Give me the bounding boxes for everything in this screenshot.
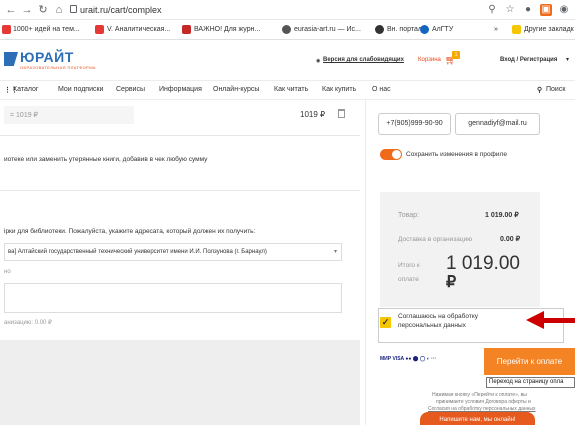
- bookmark-icon: [420, 25, 429, 34]
- pay-button[interactable]: Перейти к оплате: [484, 348, 575, 375]
- email-field[interactable]: gennadiyf@mail.ru: [455, 113, 540, 135]
- bookmark-item[interactable]: Вн. портал: [387, 24, 422, 36]
- bookmark-item[interactable]: АлГТУ: [432, 24, 453, 36]
- consent-label-2: персональных данных: [398, 322, 466, 329]
- consent-label: Соглашаюсь на обработку: [398, 313, 479, 320]
- order-summary: [380, 192, 540, 307]
- payment-logos: МИР VISA ●● ⬤ ◯ ◐ ···: [380, 356, 437, 362]
- offer-note-2: принимаете условия Договора оферты и: [436, 399, 531, 405]
- recipient-note: ірки для библиотеки. Пожалуйста, укажите…: [4, 228, 256, 235]
- organization-select[interactable]: ва] Алтайский государственный технически…: [4, 243, 342, 261]
- search-icon[interactable]: ⚲: [537, 86, 542, 94]
- bookmark-icon: [282, 25, 291, 34]
- phone-field[interactable]: +7(905)999-90-90: [378, 113, 451, 135]
- chevron-down-icon: ▾: [566, 57, 570, 63]
- chevron-down-icon: ▾: [334, 249, 338, 255]
- search-icon[interactable]: ⚲: [486, 4, 498, 16]
- field-label: но: [4, 269, 11, 275]
- divider: [0, 190, 360, 191]
- goods-label: Товар:: [398, 212, 419, 219]
- back-icon[interactable]: ←: [4, 3, 18, 17]
- total-value: 1 019.00: [446, 253, 520, 274]
- home-icon[interactable]: ⌂: [52, 3, 66, 17]
- bookmark-item[interactable]: V. Аналитическая...: [107, 24, 170, 36]
- library-note: иотеке или заменить утерянные книги, доб…: [4, 156, 208, 163]
- menu-item-about[interactable]: О нас: [372, 86, 391, 93]
- chat-widget[interactable]: Напишите нам, мы онлайн!: [420, 412, 535, 425]
- save-profile-label: Сохранить изменения в профиле: [406, 151, 507, 158]
- bookmark-icon: [182, 25, 191, 34]
- lock-icon: [70, 5, 77, 13]
- total-currency: ₽: [446, 274, 457, 291]
- extension-icon[interactable]: ●: [522, 4, 534, 16]
- save-profile-toggle[interactable]: [380, 149, 402, 160]
- login-link[interactable]: Вход / Регистрация: [500, 57, 557, 63]
- price-small: = 1019 ₽: [10, 112, 39, 119]
- bookmark-item[interactable]: 1000+ идей на тем...: [13, 24, 80, 36]
- bookmark-icon: [375, 25, 384, 34]
- extension-orange-icon[interactable]: ▣: [540, 4, 552, 16]
- menu-item-courses[interactable]: Онлайн-курсы: [213, 86, 259, 93]
- menu-item-how-to-buy[interactable]: Как купить: [322, 86, 356, 93]
- column-divider: [365, 100, 366, 425]
- total-label: Итого к: [398, 262, 420, 269]
- accessible-version-link[interactable]: Версия для слабовидящих: [323, 57, 404, 63]
- menu-item-information[interactable]: Информация: [159, 86, 202, 93]
- bookmark-icon: [2, 25, 11, 34]
- eye-icon: ◉: [316, 58, 321, 64]
- menu-item-subscriptions[interactable]: Мои подписки: [58, 86, 103, 93]
- reload-icon[interactable]: ↻: [36, 3, 50, 17]
- cart-count-badge: 1: [452, 51, 460, 59]
- comment-textarea[interactable]: [4, 283, 342, 313]
- profile-icon[interactable]: ◉: [558, 4, 570, 16]
- delivery-value: 0.00 ₽: [500, 236, 521, 243]
- divider: [0, 135, 360, 136]
- logo[interactable]: ЮРАЙТ: [20, 49, 74, 65]
- delivery-to-org: анизацию: 0.00 ₽: [4, 320, 52, 326]
- url-text[interactable]: urait.ru/cart/complex: [80, 3, 162, 17]
- total-label-2: оплате: [398, 276, 419, 283]
- organization-value: ва] Алтайский государственный технически…: [8, 249, 267, 255]
- search-link[interactable]: Поиск: [546, 86, 565, 93]
- folder-icon: [512, 25, 521, 34]
- cart-link[interactable]: Корзина: [418, 57, 441, 63]
- menu-item-catalog[interactable]: Каталог: [13, 86, 38, 93]
- bookmarks-overflow[interactable]: »: [494, 24, 498, 36]
- gray-area: [0, 340, 360, 425]
- bookmark-icon: [95, 25, 104, 34]
- menu-item-how-to-read[interactable]: Как читать: [274, 86, 308, 93]
- consent-checkbox[interactable]: ✓: [380, 317, 391, 328]
- bookmark-item[interactable]: eurasia-art.ru — Ис...: [294, 24, 361, 36]
- menu-item-services[interactable]: Сервисы: [116, 86, 145, 93]
- bookmark-item[interactable]: Другие закладк: [524, 24, 574, 36]
- page: ← → ↻ ⌂ urait.ru/cart/complex ⚲ ☆ ● ▣ ◉ …: [0, 0, 575, 425]
- goods-value: 1 019.00 ₽: [485, 212, 519, 219]
- trash-icon[interactable]: [338, 109, 345, 118]
- pay-tooltip: Переход на страницу опла: [486, 377, 575, 388]
- delivery-label: Доставка в организацию: [398, 236, 473, 243]
- offer-note: Нажимая кнопку «Перейти к оплате», вы: [432, 392, 527, 398]
- item-price: 1019 ₽: [300, 110, 326, 119]
- star-icon[interactable]: ☆: [504, 4, 516, 16]
- red-arrow-shaft: [542, 318, 575, 323]
- logo-subtitle: ОБРАЗОВАТЕЛЬНАЯ ПЛАТФОРМА: [20, 65, 96, 70]
- forward-icon[interactable]: →: [20, 3, 34, 17]
- site-header: [0, 41, 575, 81]
- bookmark-item[interactable]: ВАЖНО! Для журн...: [194, 24, 260, 36]
